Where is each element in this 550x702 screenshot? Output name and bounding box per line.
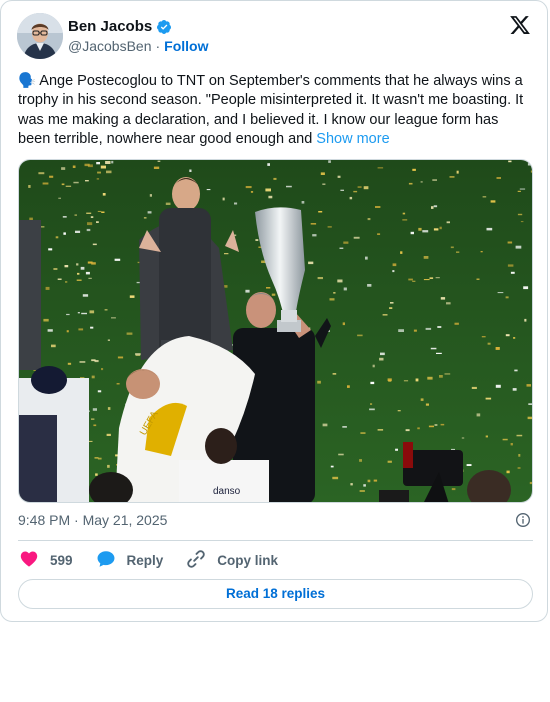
tweet-timestamp[interactable]: 9:48 PM · May 21, 2025 xyxy=(18,512,167,528)
follow-button[interactable]: Follow xyxy=(164,38,208,54)
copy-link-label: Copy link xyxy=(217,552,279,568)
author-handle[interactable]: @JacobsBen xyxy=(68,38,151,54)
tweet-photo[interactable]: UEFA danso xyxy=(18,159,533,503)
reply-label: Reply xyxy=(126,552,164,568)
heart-icon xyxy=(18,548,40,573)
author-name[interactable]: Ben Jacobs xyxy=(68,18,152,35)
action-bar: 599 Reply Copy link xyxy=(18,549,300,571)
read-replies-button[interactable]: Read 18 replies xyxy=(18,579,533,609)
link-icon xyxy=(185,548,207,573)
x-logo-icon[interactable] xyxy=(509,14,531,36)
speaking-head-emoji: 🗣️ xyxy=(18,73,37,89)
jersey-text: danso xyxy=(213,486,241,497)
like-count: 599 xyxy=(50,552,73,568)
info-icon[interactable] xyxy=(515,512,531,528)
show-more-link[interactable]: Show more xyxy=(316,131,389,147)
tweet-card: Ben Jacobs @JacobsBen · Follow 🗣️ Ange P… xyxy=(0,0,548,622)
divider xyxy=(18,540,533,541)
author-name-row: Ben Jacobs xyxy=(68,18,172,35)
avatar[interactable] xyxy=(17,13,63,59)
separator-dot: · xyxy=(155,38,161,54)
trophy-celebration-image: UEFA danso xyxy=(19,160,532,502)
reply-button[interactable]: Reply xyxy=(95,548,164,573)
author-handle-row: @JacobsBen · Follow xyxy=(68,38,208,54)
tweet-body: Ange Postecoglou to TNT on September's c… xyxy=(18,73,524,148)
tweet-text: 🗣️ Ange Postecoglou to TNT on September'… xyxy=(18,72,528,150)
reply-bubble-icon xyxy=(95,548,117,573)
like-button[interactable]: 599 xyxy=(18,548,73,573)
copy-link-button[interactable]: Copy link xyxy=(185,548,278,573)
verified-badge-icon xyxy=(156,19,172,35)
